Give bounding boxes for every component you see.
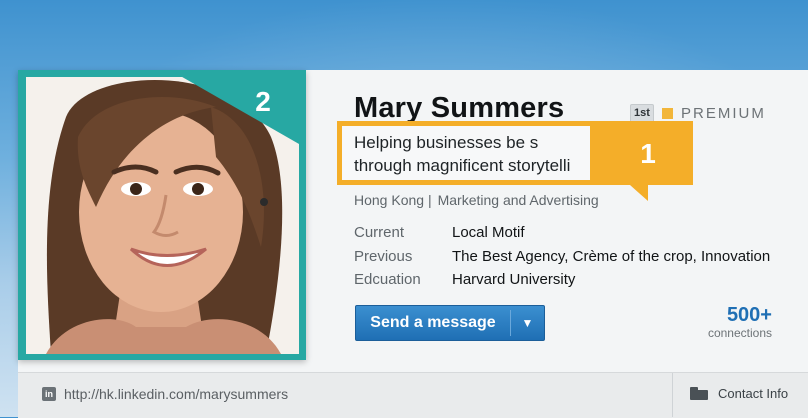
detail-value[interactable]: The Best Agency, Crème of the crop, Inno…: [452, 247, 770, 271]
headline-callout-number: 1: [640, 138, 656, 169]
connections-count: 500+: [726, 304, 772, 326]
location-industry: Hong Kong | Marketing and Advertising: [354, 192, 599, 208]
premium-label: PREMIUM: [681, 105, 766, 122]
detail-value[interactable]: Harvard University: [452, 270, 575, 294]
photo-callout-number: 2: [255, 86, 271, 117]
detail-row-education: Edcuation Harvard University: [354, 270, 770, 294]
connections-count-block[interactable]: 500+ connections: [680, 304, 772, 340]
send-message-button-group: Send a message ▼: [355, 305, 545, 341]
profile-details: Current Local Motif Previous The Best Ag…: [354, 223, 770, 294]
footer-divider: [672, 373, 673, 417]
location: Hong Kong |: [354, 192, 432, 208]
detail-row-current: Current Local Motif: [354, 223, 770, 247]
send-message-button[interactable]: Send a message: [356, 306, 510, 340]
profile-url-text: http://hk.linkedin.com/marysummers: [64, 386, 289, 402]
folder-icon: [690, 387, 708, 400]
public-profile-url[interactable]: in http://hk.linkedin.com/marysummers: [42, 386, 288, 402]
premium-icon: [662, 108, 673, 119]
detail-value[interactable]: Local Motif: [452, 223, 525, 247]
detail-label: Current: [354, 224, 405, 241]
industry: Marketing and Advertising: [437, 192, 599, 208]
chevron-down-icon: ▼: [521, 316, 534, 330]
photo-callout-badge: [170, 70, 306, 148]
connections-label: connections: [707, 326, 772, 340]
detail-label: Previous: [354, 247, 413, 265]
contact-info-button[interactable]: Contact Info: [690, 386, 788, 401]
detail-row-previous: Previous The Best Agency, Crème of the c…: [354, 247, 770, 271]
contact-info-label: Contact Info: [718, 386, 789, 401]
linkedin-icon: in: [42, 387, 56, 401]
detail-label: Edcuation: [354, 271, 421, 288]
send-options-dropdown[interactable]: ▼: [511, 306, 544, 340]
